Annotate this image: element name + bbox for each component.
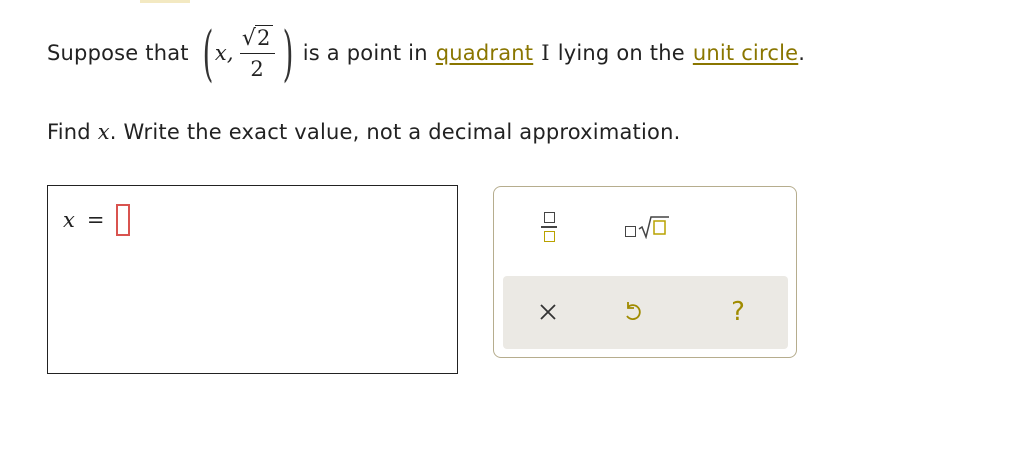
- fraction-numerator: √ 2: [239, 24, 275, 54]
- unit-circle-link[interactable]: unit circle: [693, 41, 798, 65]
- instruction-find: Find: [47, 120, 91, 144]
- help-icon: ?: [731, 297, 745, 327]
- undo-button[interactable]: [613, 292, 653, 332]
- fraction-sqrt2-over-2: √ 2 2: [239, 24, 275, 81]
- sqrt-argument: 2: [255, 24, 273, 50]
- answer-input-area[interactable]: x =: [47, 185, 458, 374]
- close-icon: [540, 304, 556, 320]
- question-middle: is a point in: [302, 40, 428, 65]
- left-paren: (: [202, 17, 214, 88]
- radical-symbol: √: [241, 25, 257, 51]
- question-middle2: lying on the: [557, 40, 685, 65]
- palette-action-bar: ?: [503, 276, 788, 349]
- clear-button[interactable]: [528, 292, 568, 332]
- quadrant-link[interactable]: quadrant: [436, 41, 533, 65]
- fraction-button[interactable]: [529, 207, 569, 247]
- question-period: .: [798, 40, 806, 65]
- fraction-icon: [541, 212, 557, 242]
- sqrt-icon: [624, 215, 670, 239]
- answer-input-cursor[interactable]: [116, 204, 131, 236]
- instruction-rest: . Write the exact value, not a decimal a…: [109, 120, 681, 144]
- fraction-denominator: 2: [250, 56, 264, 81]
- answer-equals: =: [86, 208, 105, 232]
- undo-icon: [626, 302, 641, 320]
- question-prefix: Suppose that: [47, 40, 189, 65]
- instruction-text: Find x. Write the exact value, not a dec…: [47, 120, 680, 144]
- instruction-var: x: [97, 120, 110, 144]
- quadrant-roman: I: [541, 40, 550, 65]
- var-x: x,: [214, 40, 234, 65]
- help-button[interactable]: ?: [718, 292, 758, 332]
- right-paren: ): [282, 17, 294, 88]
- answer-var: x: [63, 208, 75, 232]
- question-text: Suppose that ( x, √ 2 2 ) is a point in …: [47, 0, 805, 105]
- sqrt-button[interactable]: [612, 207, 682, 247]
- math-palette: ?: [493, 186, 797, 358]
- answer-line: x =: [63, 204, 131, 236]
